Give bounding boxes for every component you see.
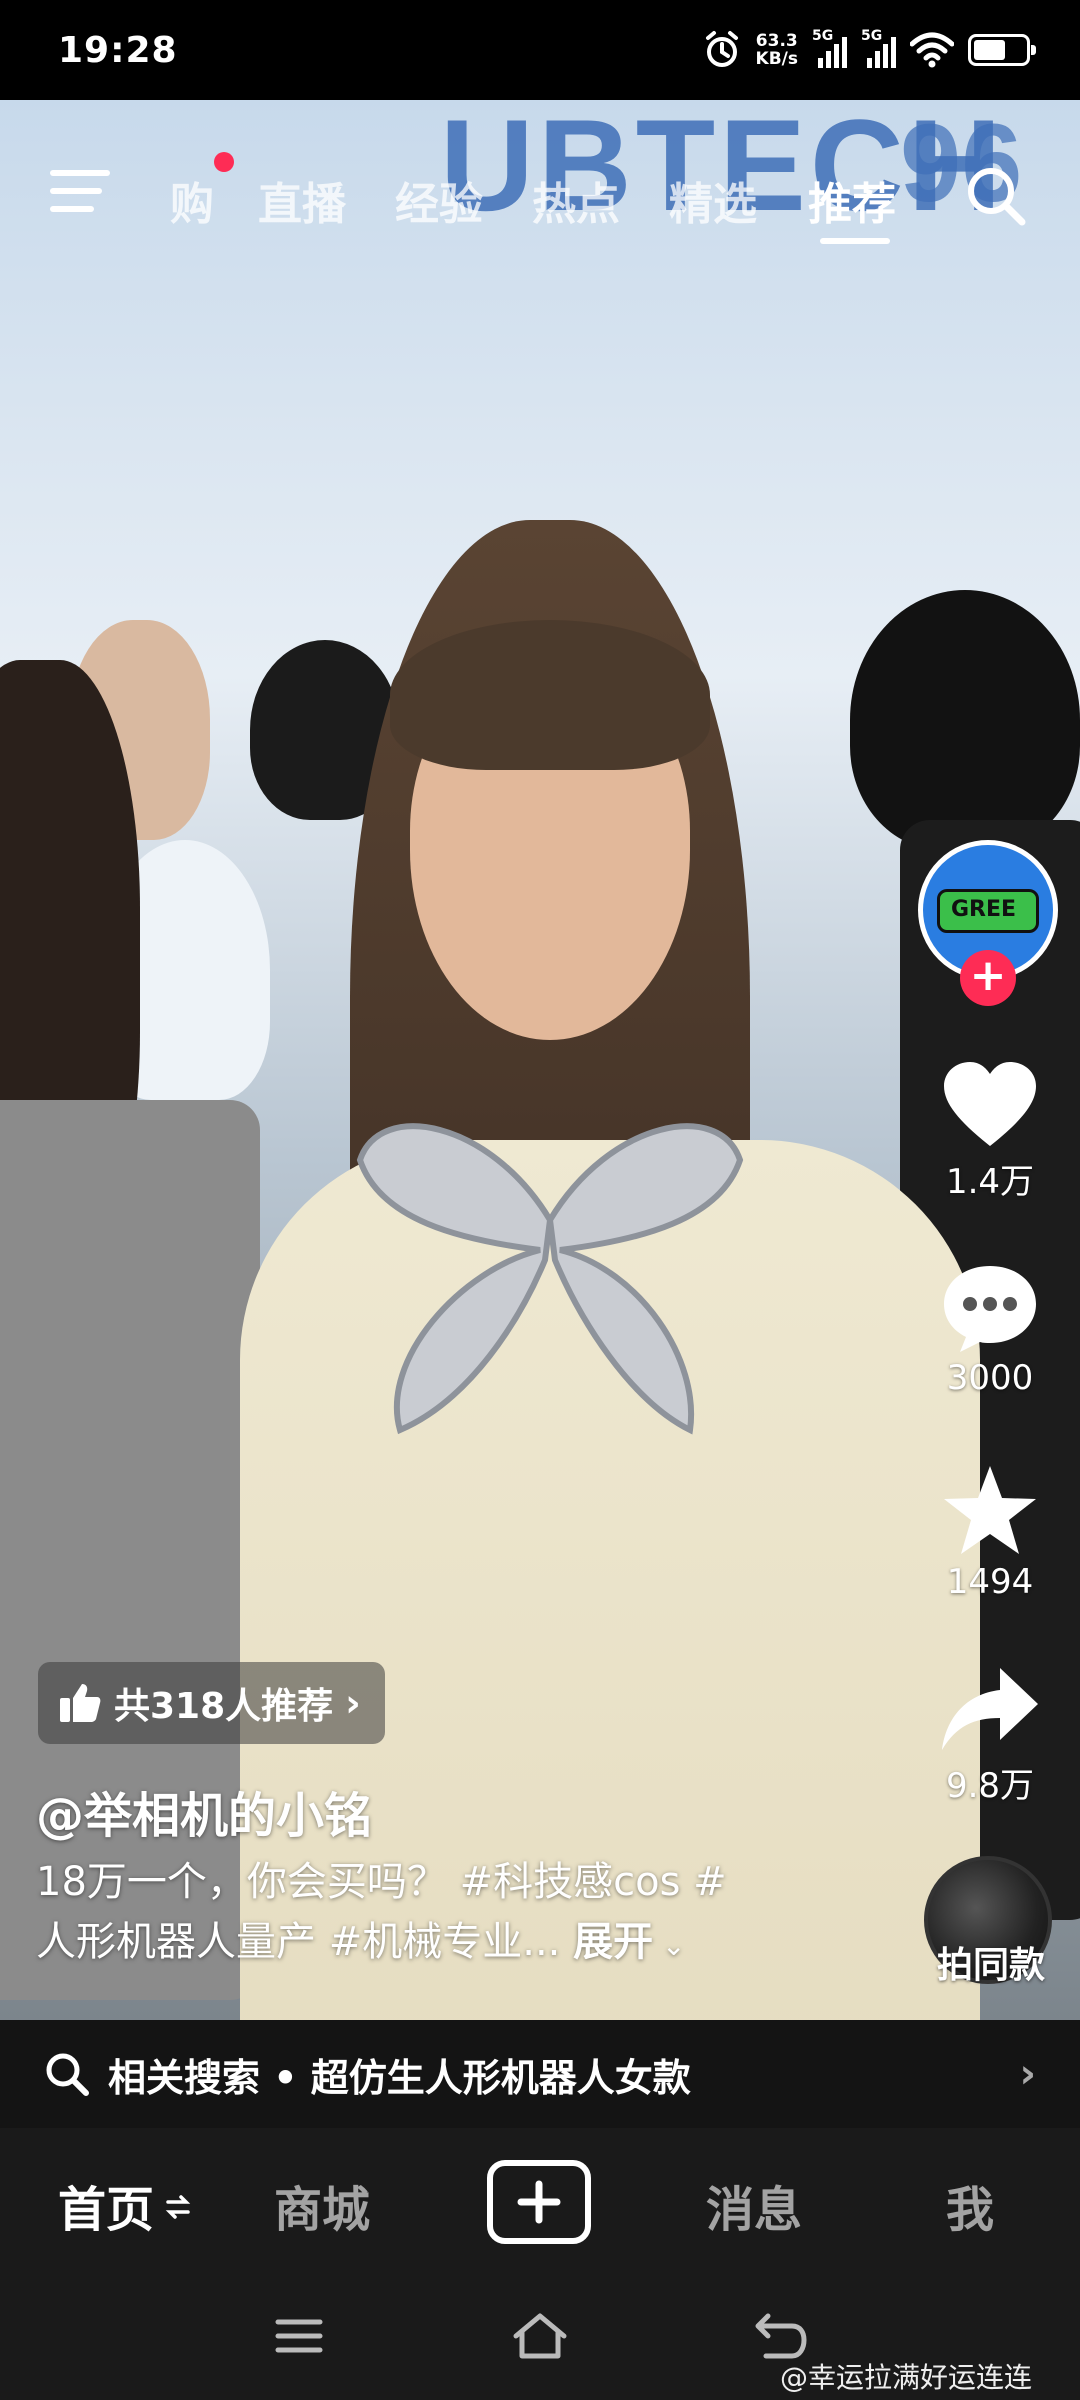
nav-mall[interactable]: 商城 <box>274 2170 370 2240</box>
chevron-down-icon: ⌄ <box>653 1929 686 1962</box>
comment-count: 3000 <box>946 1358 1034 1398</box>
alarm-icon <box>705 31 738 67</box>
like-button[interactable]: 1.4万 <box>920 1060 1060 1203</box>
avatar-text: GREE <box>951 897 1017 922</box>
expand-link[interactable]: 展开 <box>573 1919 653 1965</box>
nav-me[interactable]: 我 <box>946 2170 994 2240</box>
follow-button[interactable]: + <box>960 950 1016 1006</box>
net-speed: 63.3 KB/s <box>756 32 798 68</box>
background-person-right <box>850 590 1080 850</box>
robot-bangs <box>390 620 710 770</box>
signal-icon-sim1: 5G <box>812 28 847 68</box>
search-icon-small <box>46 2053 89 2096</box>
net-speed-unit: KB/s <box>755 49 798 69</box>
status-bar: 19:28 63.3 KB/s 5G 5G <box>0 0 1080 100</box>
thumbs-up-icon <box>60 1684 101 1722</box>
sim1-label: 5G <box>812 28 834 44</box>
search-icon[interactable] <box>964 164 1028 228</box>
video-description: 18万一个，你会买吗？ #科技感cos # 人形机器人量产 #机械专业... 展… <box>36 1852 796 1976</box>
favorite-button[interactable]: 1494 <box>920 1462 1060 1602</box>
sim2-label: 5G <box>861 28 883 44</box>
tab-hot[interactable]: 热点 <box>532 168 620 232</box>
tab-recommend[interactable]: 推荐 <box>808 168 896 232</box>
heart-icon <box>944 1062 1036 1146</box>
chevron-right-icon: › <box>345 1681 361 1725</box>
share-icon <box>942 1668 1038 1750</box>
notification-dot <box>214 152 234 172</box>
share-button[interactable]: 9.8万 <box>920 1664 1060 1807</box>
watermark: @幸运拉满好运连连 <box>780 2361 1033 2394</box>
active-tab-indicator <box>820 238 890 244</box>
create-button[interactable] <box>487 2160 591 2244</box>
description-line-2: 人形机器人量产 #机械专业... 展开 ⌄ <box>36 1912 796 1976</box>
comment-button[interactable]: 3000 <box>920 1262 1060 1398</box>
wifi-icon <box>910 32 954 68</box>
plus-icon <box>517 2180 561 2224</box>
battery-icon <box>968 34 1036 66</box>
recommend-label: 共318人推荐 <box>114 1686 334 1727</box>
signal-icon-sim2: 5G <box>861 28 896 68</box>
nav-messages[interactable]: 消息 <box>706 2170 802 2240</box>
net-speed-value: 63.3 <box>755 31 798 51</box>
author-name[interactable]: @举相机的小铭 <box>36 1776 372 1846</box>
chevron-right-icon: › <box>1019 2051 1036 2097</box>
menu-icon[interactable] <box>50 170 110 220</box>
butterfly-brooch <box>356 1123 744 1435</box>
recommend-chip[interactable]: 共318人推荐 › <box>38 1662 385 1744</box>
description-line-1: 18万一个，你会买吗？ #科技感cos # <box>36 1859 727 1905</box>
like-count: 1.4万 <box>945 1162 1035 1202</box>
recent-apps-icon[interactable] <box>274 2316 324 2356</box>
home-icon[interactable] <box>512 2312 568 2360</box>
favorite-count: 1494 <box>946 1562 1034 1602</box>
tab-shop[interactable]: 购 <box>170 168 214 232</box>
nav-home[interactable]: 首页 <box>58 2170 154 2240</box>
related-search-bar[interactable]: 相关搜索 • 超仿生人形机器人女款 › <box>0 2020 1080 2128</box>
tab-live[interactable]: 直播 <box>258 168 346 232</box>
description-line-2-text: 人形机器人量产 #机械专业... <box>36 1919 574 1965</box>
star-icon <box>944 1466 1036 1554</box>
share-count: 9.8万 <box>945 1766 1035 1806</box>
status-time: 19:28 <box>58 29 178 71</box>
same-style-label[interactable]: 拍同款 <box>906 1936 1076 1988</box>
comment-icon <box>944 1266 1036 1352</box>
tab-featured[interactable]: 精选 <box>669 168 757 232</box>
related-search-label: 相关搜索 • 超仿生人形机器人女款 <box>108 2055 691 2100</box>
refresh-toggle-icon <box>165 2195 191 2219</box>
status-icons: 63.3 KB/s 5G 5G <box>702 28 1036 70</box>
tab-experience[interactable]: 经验 <box>395 168 483 232</box>
back-icon[interactable] <box>752 2312 808 2360</box>
